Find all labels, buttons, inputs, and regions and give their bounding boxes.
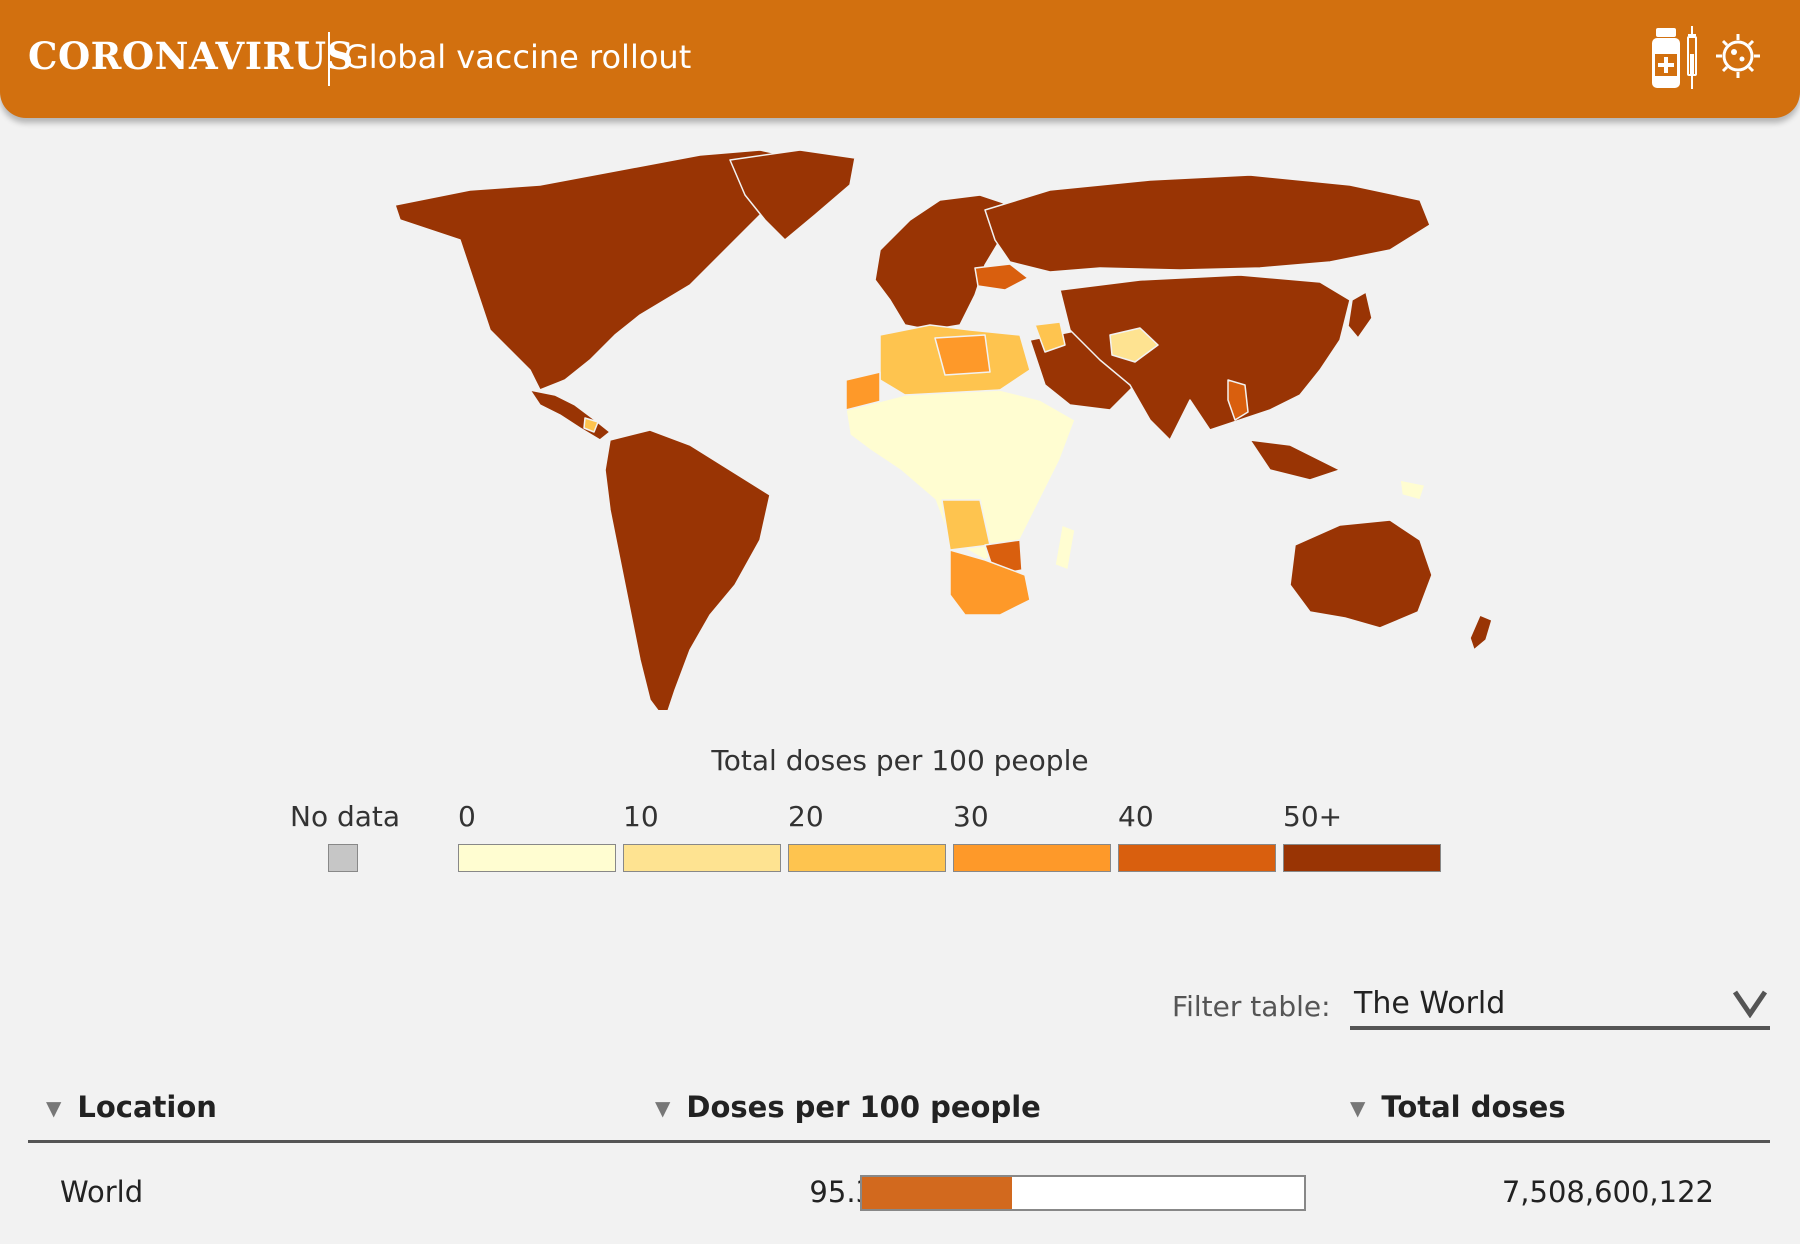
cell-total-doses: 7,508,600,122 (1501, 1175, 1714, 1209)
cell-doses-per-100: 95.3 (809, 1175, 874, 1209)
region-central-america (529, 389, 611, 441)
region-russia (984, 174, 1431, 273)
header-icons (1652, 26, 1760, 89)
cell-location: World (60, 1175, 144, 1209)
region-south-america (604, 429, 771, 710)
region-asia (1059, 274, 1351, 441)
filter-selected-value: The World (1354, 986, 1506, 1021)
legend-swatch-10 (623, 844, 781, 872)
region-new-zealand (1469, 614, 1493, 651)
legend-swatch-0 (458, 844, 616, 872)
filter-dropdown[interactable]: The World (1350, 978, 1770, 1030)
region-japan (1347, 291, 1373, 339)
table-row: World 95.3 7,508,600,122 (28, 1143, 1770, 1244)
sort-arrow-icon: ▼ (655, 1096, 671, 1120)
region-australia (1289, 519, 1433, 629)
world-choropleth-map (394, 149, 1493, 710)
region-southeast-asia (1249, 439, 1341, 481)
column-header-total-doses[interactable]: ▼ Total doses (1350, 1090, 1566, 1124)
region-libya (934, 334, 991, 376)
chevron-down-icon (1732, 990, 1768, 1018)
legend-swatch-40 (1118, 844, 1276, 872)
doses-bar (860, 1175, 1306, 1211)
legend-swatch-50-plus (1283, 844, 1441, 872)
brand-title: CORONAVIRUS (28, 34, 354, 78)
sort-arrow-icon: ▼ (46, 1096, 62, 1120)
vaccine-bottle-icon (1652, 28, 1680, 88)
region-ukraine (974, 263, 1029, 291)
legend-tick-40: 40 (1118, 800, 1154, 833)
legend-tick-10: 10 (623, 800, 659, 833)
column-header-location[interactable]: ▼ Location (46, 1090, 217, 1124)
legend-no-data-swatch (328, 844, 358, 872)
legend-tick-50-plus: 50+ (1283, 800, 1343, 833)
legend-tick-20: 20 (788, 800, 824, 833)
doses-bar-fill (862, 1177, 1013, 1209)
column-header-doses-per-100[interactable]: ▼ Doses per 100 people (655, 1090, 1041, 1124)
header-banner: CORONAVIRUS Global vaccine rollout (0, 0, 1800, 118)
syringe-icon (1687, 26, 1697, 89)
region-papua-new-guinea (1399, 479, 1426, 501)
legend-swatch-20 (788, 844, 946, 872)
virus-icon (1716, 34, 1760, 78)
legend-title: Total doses per 100 people (711, 744, 1089, 777)
filter-label: Filter table: (1172, 990, 1331, 1023)
region-madagascar (1054, 524, 1076, 571)
legend-tick-0: 0 (458, 800, 476, 833)
legend-tick-30: 30 (953, 800, 989, 833)
legend-swatch-30 (953, 844, 1111, 872)
page-title: Global vaccine rollout (344, 38, 692, 76)
sort-arrow-icon: ▼ (1350, 1096, 1366, 1120)
header-divider (328, 32, 330, 86)
legend-no-data-label: No data (290, 800, 401, 833)
